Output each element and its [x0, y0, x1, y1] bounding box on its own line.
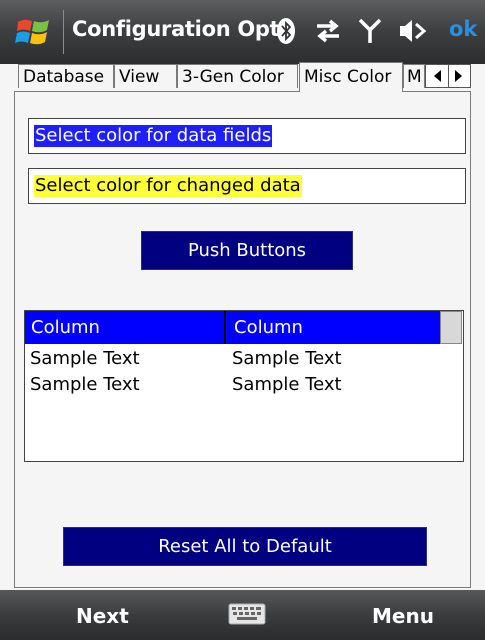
sync-icon[interactable] [313, 16, 343, 46]
softkey-bar: Next Menu [0, 590, 485, 640]
list-cell: Sample Text [30, 348, 140, 369]
signal-icon[interactable] [358, 16, 382, 46]
arrow-left-icon [433, 70, 441, 82]
list-row[interactable]: Sample Text Sample Text [25, 347, 440, 374]
arrow-right-icon [455, 70, 463, 82]
tab-more[interactable]: M [403, 64, 425, 88]
window-title: Configuration Opti [72, 17, 287, 41]
title-separator [63, 10, 64, 54]
tab-view[interactable]: View [114, 64, 177, 88]
speaker-icon[interactable] [398, 16, 428, 46]
tab-strip: Database View 3-Gen Color Misc Color M [14, 62, 485, 92]
list-view-sample[interactable]: Column Column Sample Text Sample Text Sa… [24, 310, 464, 462]
tab-3-gen-color[interactable]: 3-Gen Color [177, 64, 298, 88]
push-buttons-color-button[interactable]: Push Buttons [141, 231, 353, 270]
list-cell: Sample Text [232, 348, 342, 369]
list-cell: Sample Text [232, 374, 342, 395]
ok-button[interactable]: ok [449, 17, 477, 41]
changed-data-color-selector[interactable]: Select color for changed data [28, 168, 466, 204]
reset-all-to-default-button[interactable]: Reset All to Default [63, 527, 427, 566]
list-cell: Sample Text [30, 374, 140, 395]
column-header-2[interactable]: Column [228, 311, 440, 344]
list-row[interactable]: Sample Text Sample Text [25, 373, 440, 400]
list-header-corner [440, 311, 462, 344]
data-fields-color-selector[interactable]: Select color for data fields [28, 118, 466, 154]
windows-start-icon[interactable] [14, 12, 54, 52]
bluetooth-icon[interactable] [276, 16, 296, 46]
tab-misc-color[interactable]: Misc Color [299, 62, 403, 92]
tab-scroll-left-button[interactable] [426, 65, 448, 87]
title-bar: Configuration Opti ok [0, 0, 485, 64]
changed-data-label: Select color for changed data [34, 175, 302, 197]
next-softkey[interactable]: Next [76, 604, 129, 628]
data-fields-label: Select color for data fields [34, 125, 273, 147]
list-header: Column Column [25, 311, 440, 344]
tab-scroll-right-button[interactable] [447, 65, 471, 87]
keyboard-icon[interactable] [228, 603, 266, 625]
column-header-1[interactable]: Column [25, 311, 226, 344]
tab-database[interactable]: Database [18, 64, 114, 88]
tab-scroll-arrows [425, 64, 471, 88]
menu-softkey[interactable]: Menu [372, 604, 434, 628]
